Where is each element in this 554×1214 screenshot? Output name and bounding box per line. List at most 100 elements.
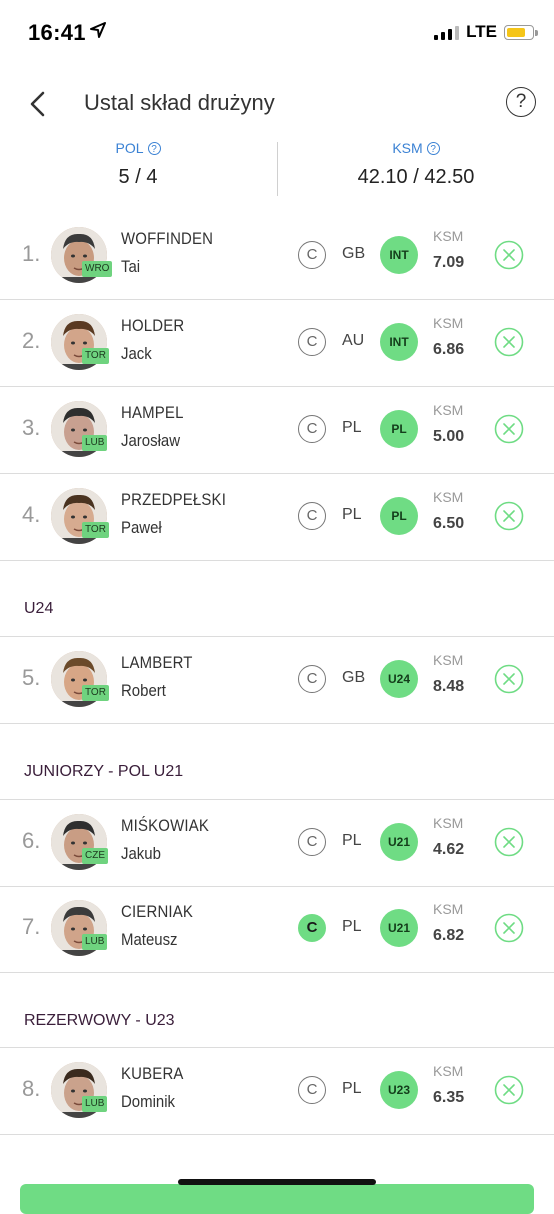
back-button[interactable]: [26, 90, 52, 118]
player-surname: LAMBERT: [121, 653, 193, 672]
player-firstname: Jakub: [121, 844, 161, 863]
remove-player-button[interactable]: [494, 240, 524, 270]
close-circle-icon: [494, 501, 524, 531]
category-badge: INT: [380, 236, 418, 274]
close-circle-icon: [494, 664, 524, 694]
player-number: 8.: [22, 1076, 41, 1101]
category-badge: U23: [380, 1071, 418, 1109]
location-arrow-icon: [90, 22, 106, 43]
player-row[interactable]: 2. TOR HOLDER Jack C AU INT KSM 6.86: [0, 300, 554, 387]
player-row[interactable]: 6. CZE MIŚKOWIAK Jakub C PL U21 KSM 4.62: [0, 799, 554, 887]
close-circle-icon: [494, 327, 524, 357]
captain-toggle[interactable]: C: [298, 828, 326, 856]
remove-player-button[interactable]: [494, 1075, 524, 1105]
ksm-label: KSM: [392, 140, 423, 156]
player-number: 5.: [22, 665, 41, 690]
category-badge: INT: [380, 323, 418, 361]
home-indicator: [178, 1179, 376, 1185]
pol-value: 5 / 4: [118, 166, 158, 188]
close-circle-icon: [494, 1075, 524, 1105]
player-country: GB: [342, 245, 366, 262]
player-number: 2.: [22, 328, 41, 353]
player-surname: KUBERA: [121, 1064, 184, 1083]
pol-label: POL: [115, 140, 144, 156]
player-row[interactable]: 7. LUB CIERNIAK Mateusz C PL U21 KSM 6.8…: [0, 886, 554, 973]
player-firstname: Jarosław: [121, 431, 181, 450]
close-circle-icon: [494, 414, 524, 444]
category-badge: U24: [380, 660, 418, 698]
captain-toggle[interactable]: C: [298, 502, 326, 530]
section-title-u24: U24: [24, 600, 54, 617]
player-surname: CIERNIAK: [121, 902, 194, 921]
player-firstname: Jack: [121, 344, 152, 363]
network-type: LTE: [466, 22, 497, 41]
player-row[interactable]: 8. LUB KUBERA Dominik C PL U23 KSM 6.35: [0, 1047, 554, 1135]
category-badge: U21: [380, 823, 418, 861]
team-badge: WRO: [82, 261, 113, 277]
section-title-juniors: JUNIORZY - POL U21: [24, 763, 184, 780]
team-badge: TOR: [82, 522, 109, 538]
player-surname: WOFFINDEN: [121, 229, 214, 248]
remove-player-button[interactable]: [494, 664, 524, 694]
captain-toggle[interactable]: C: [298, 415, 326, 443]
player-number: 7.: [22, 914, 41, 939]
team-badge: LUB: [82, 435, 108, 451]
captain-toggle[interactable]: C: [298, 914, 326, 942]
ksm-label: KSM: [433, 402, 464, 418]
ksm-label: KSM: [433, 489, 464, 505]
ksm-value: 6.35: [433, 1089, 465, 1106]
player-surname: PRZEDPEŁSKI: [121, 490, 227, 509]
close-circle-icon: [494, 913, 524, 943]
status-indicators: LTE: [434, 22, 538, 42]
ksm-value: 6.50: [433, 515, 465, 532]
ksm-summary: KSM ? 42.10 / 42.50: [278, 140, 554, 189]
pol-info[interactable]: POL ?: [115, 140, 161, 156]
player-row[interactable]: 4. TOR PRZEDPEŁSKI Paweł C PL PL KSM 6.5…: [0, 474, 554, 561]
team-badge: TOR: [82, 348, 109, 364]
section-title-reserve: REZERWOWY - U23: [24, 1012, 175, 1029]
ksm-value: 8.48: [433, 678, 465, 695]
ksm-label: KSM: [433, 228, 464, 244]
player-surname: HOLDER: [121, 316, 185, 335]
player-country: PL: [342, 506, 362, 523]
team-badge: TOR: [82, 685, 109, 701]
player-number: 1.: [22, 241, 41, 266]
app-header: Ustal skład drużyny ?: [0, 78, 554, 130]
question-icon[interactable]: ?: [426, 141, 440, 155]
signal-icon: [434, 24, 460, 40]
player-row[interactable]: 1. WRO WOFFINDEN Tai C GB INT KSM 7.09: [0, 213, 554, 300]
player-firstname: Mateusz: [121, 930, 178, 949]
ksm-label: KSM: [433, 652, 464, 668]
close-circle-icon: [494, 240, 524, 270]
captain-toggle[interactable]: C: [298, 241, 326, 269]
team-summary: POL ? 5 / 4 KSM ? 42.10 / 42.50: [0, 140, 554, 200]
remove-player-button[interactable]: [494, 327, 524, 357]
ksm-label: KSM: [433, 315, 464, 331]
confirm-button[interactable]: [20, 1184, 534, 1214]
remove-player-button[interactable]: [494, 913, 524, 943]
player-country: GB: [342, 669, 366, 686]
remove-player-button[interactable]: [494, 414, 524, 444]
remove-player-button[interactable]: [494, 501, 524, 531]
captain-toggle[interactable]: C: [298, 328, 326, 356]
help-button[interactable]: ?: [506, 87, 536, 117]
page-title: Ustal skład drużyny: [84, 90, 275, 115]
player-row[interactable]: 5. TOR LAMBERT Robert C GB U24 KSM 8.48: [0, 636, 554, 724]
category-badge: PL: [380, 410, 418, 448]
player-number: 6.: [22, 828, 41, 853]
player-country: PL: [342, 832, 362, 849]
close-circle-icon: [494, 827, 524, 857]
remove-player-button[interactable]: [494, 827, 524, 857]
question-icon[interactable]: ?: [147, 141, 161, 155]
player-row[interactable]: 3. LUB HAMPEL Jarosław C PL PL KSM 5.00: [0, 387, 554, 474]
player-number: 4.: [22, 502, 41, 527]
captain-toggle[interactable]: C: [298, 665, 326, 693]
player-country: AU: [342, 332, 365, 349]
ksm-info[interactable]: KSM ?: [392, 140, 440, 156]
ksm-value: 7.09: [433, 254, 465, 271]
team-badge: LUB: [82, 934, 108, 950]
ksm-value: 6.82: [433, 927, 465, 944]
status-bar: 16:41 LTE: [0, 0, 554, 68]
captain-toggle[interactable]: C: [298, 1076, 326, 1104]
player-number: 3.: [22, 415, 41, 440]
